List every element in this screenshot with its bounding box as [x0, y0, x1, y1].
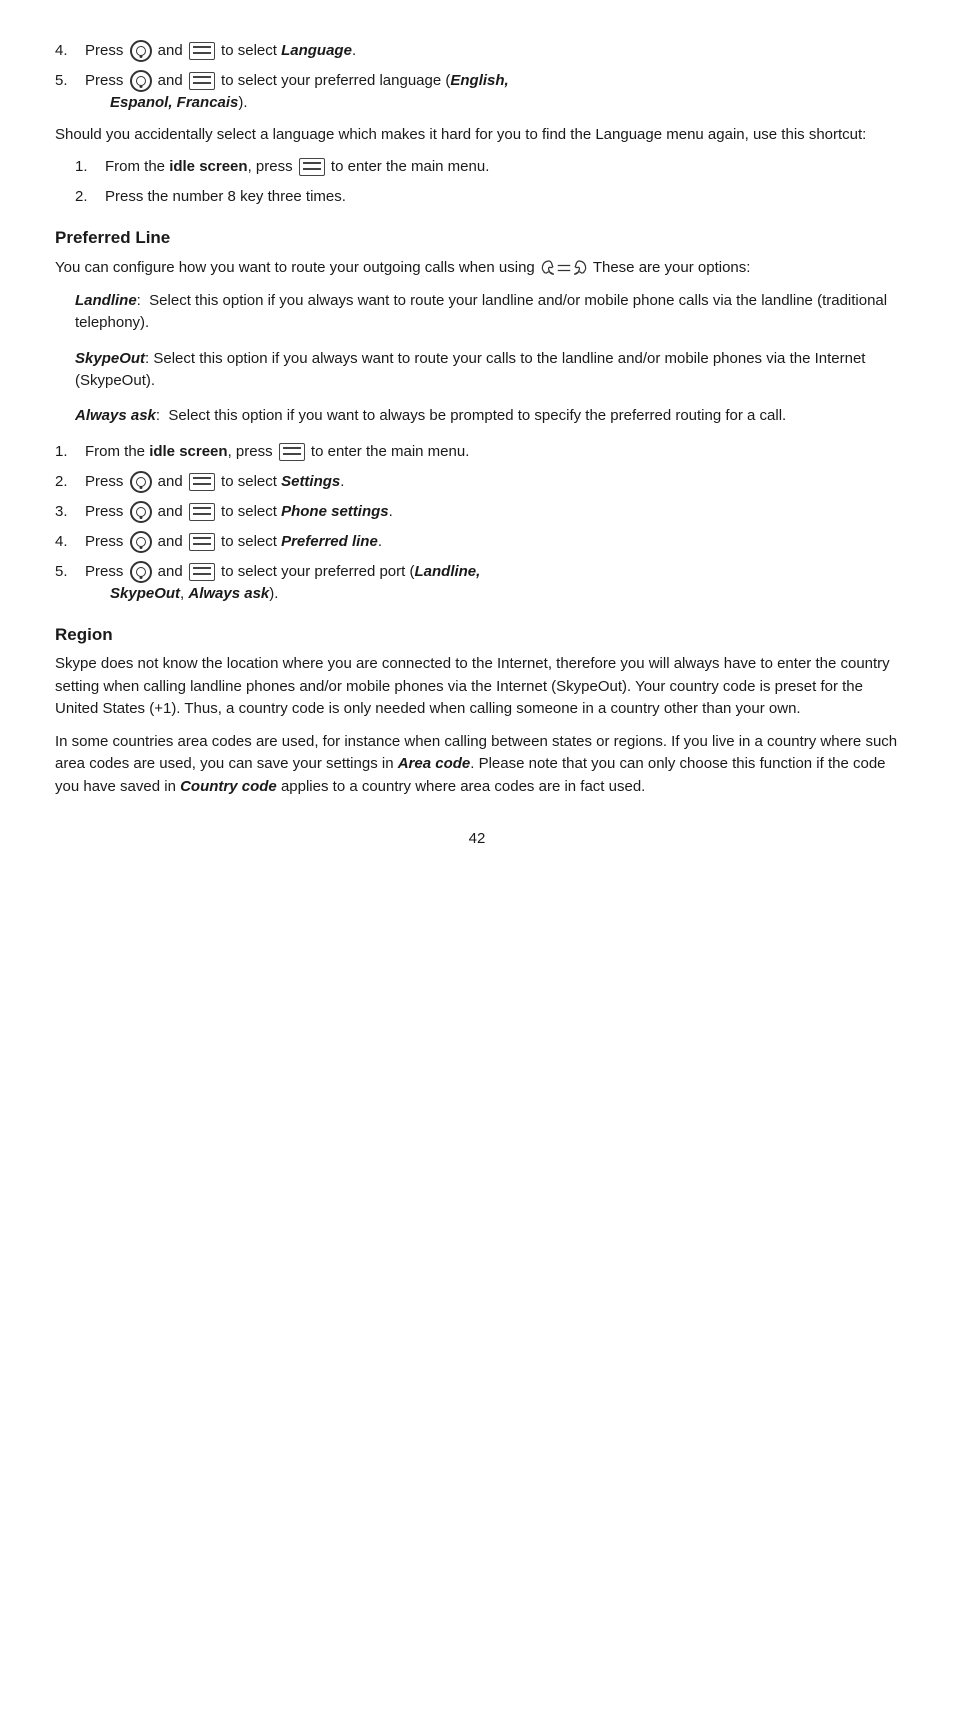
list-number: 3.: [55, 501, 85, 523]
always-ask-term: Always ask: [75, 407, 156, 424]
definition-skypeout: SkypeOut: Select this option if you alwa…: [75, 348, 899, 392]
phone-settings-term: Phone settings: [281, 503, 389, 520]
list-text: Press and to select your preferred port …: [85, 561, 899, 605]
language-term: Language: [281, 42, 352, 59]
list-number: 5.: [55, 70, 85, 92]
always-ask-option: Always ask: [188, 585, 269, 602]
page-number: 42: [55, 828, 899, 850]
menu-icon: [189, 42, 215, 60]
list-item: 2. Press and to select Settings.: [55, 471, 899, 493]
idle-screen-term: idle screen: [149, 443, 227, 460]
list-item: 4. Press and to select Language.: [55, 40, 899, 62]
list-number: 1.: [55, 441, 85, 463]
list-number: 4.: [55, 531, 85, 553]
landline-term: Landline: [75, 292, 137, 309]
list-item: 2. Press the number 8 key three times.: [75, 186, 899, 208]
list-number: 2.: [75, 186, 105, 208]
list-item: 3. Press and to select Phone settings.: [55, 501, 899, 523]
list-text: Press and to select your preferred langu…: [85, 70, 899, 114]
preferred-line-heading: Preferred Line: [55, 226, 899, 251]
list-text: Press and to select Settings.: [85, 471, 899, 493]
preferred-line-term: Preferred line: [281, 533, 378, 550]
region-paragraph-2: In some countries area codes are used, f…: [55, 731, 899, 799]
definition-landline: Landline: Select this option if you alwa…: [75, 290, 899, 334]
nav-icon: [130, 471, 152, 493]
country-code-term: Country code: [180, 778, 277, 795]
region-heading: Region: [55, 623, 899, 648]
menu-icon: [299, 158, 325, 176]
list-number: 5.: [55, 561, 85, 583]
list-number: 4.: [55, 40, 85, 62]
list-text: Press and to select Preferred line.: [85, 531, 899, 553]
list-text: Press and to select Phone settings.: [85, 501, 899, 523]
menu-icon: [189, 563, 215, 581]
skype-phone-icon: [539, 256, 589, 280]
list-text: From the idle screen, press to enter the…: [85, 441, 899, 463]
definition-always-ask: Always ask: Select this option if you wa…: [75, 405, 899, 427]
list-number: 2.: [55, 471, 85, 493]
list-text: From the idle screen, press to enter the…: [105, 156, 899, 178]
skypeout-term: SkypeOut: [75, 350, 145, 367]
list-item: 1. From the idle screen, press to enter …: [55, 441, 899, 463]
list-item: 5. Press and to select your preferred la…: [55, 70, 899, 114]
list-text: Press the number 8 key three times.: [105, 186, 899, 208]
list-item: 5. Press and to select your preferred po…: [55, 561, 899, 605]
shortcut-paragraph: Should you accidentally select a languag…: [55, 124, 899, 147]
menu-icon: [189, 533, 215, 551]
region-paragraph-1: Skype does not know the location where y…: [55, 653, 899, 721]
settings-term: Settings: [281, 473, 340, 490]
nav-icon: [130, 70, 152, 92]
menu-icon: [279, 443, 305, 461]
nav-icon: [130, 531, 152, 553]
list-item: 1. From the idle screen, press to enter …: [75, 156, 899, 178]
nav-icon: [130, 561, 152, 583]
preferred-line-intro: You can configure how you want to route …: [55, 256, 899, 280]
idle-screen-term: idle screen: [169, 158, 247, 175]
list-text: Press and to select Language.: [85, 40, 899, 62]
area-code-term: Area code: [398, 755, 471, 772]
nav-icon: [130, 501, 152, 523]
menu-icon: [189, 473, 215, 491]
list-item: 4. Press and to select Preferred line.: [55, 531, 899, 553]
nav-icon: [130, 40, 152, 62]
menu-icon: [189, 503, 215, 521]
menu-icon: [189, 72, 215, 90]
list-number: 1.: [75, 156, 105, 178]
page-content: 4. Press and to select Language. 5. Pres…: [55, 40, 899, 850]
